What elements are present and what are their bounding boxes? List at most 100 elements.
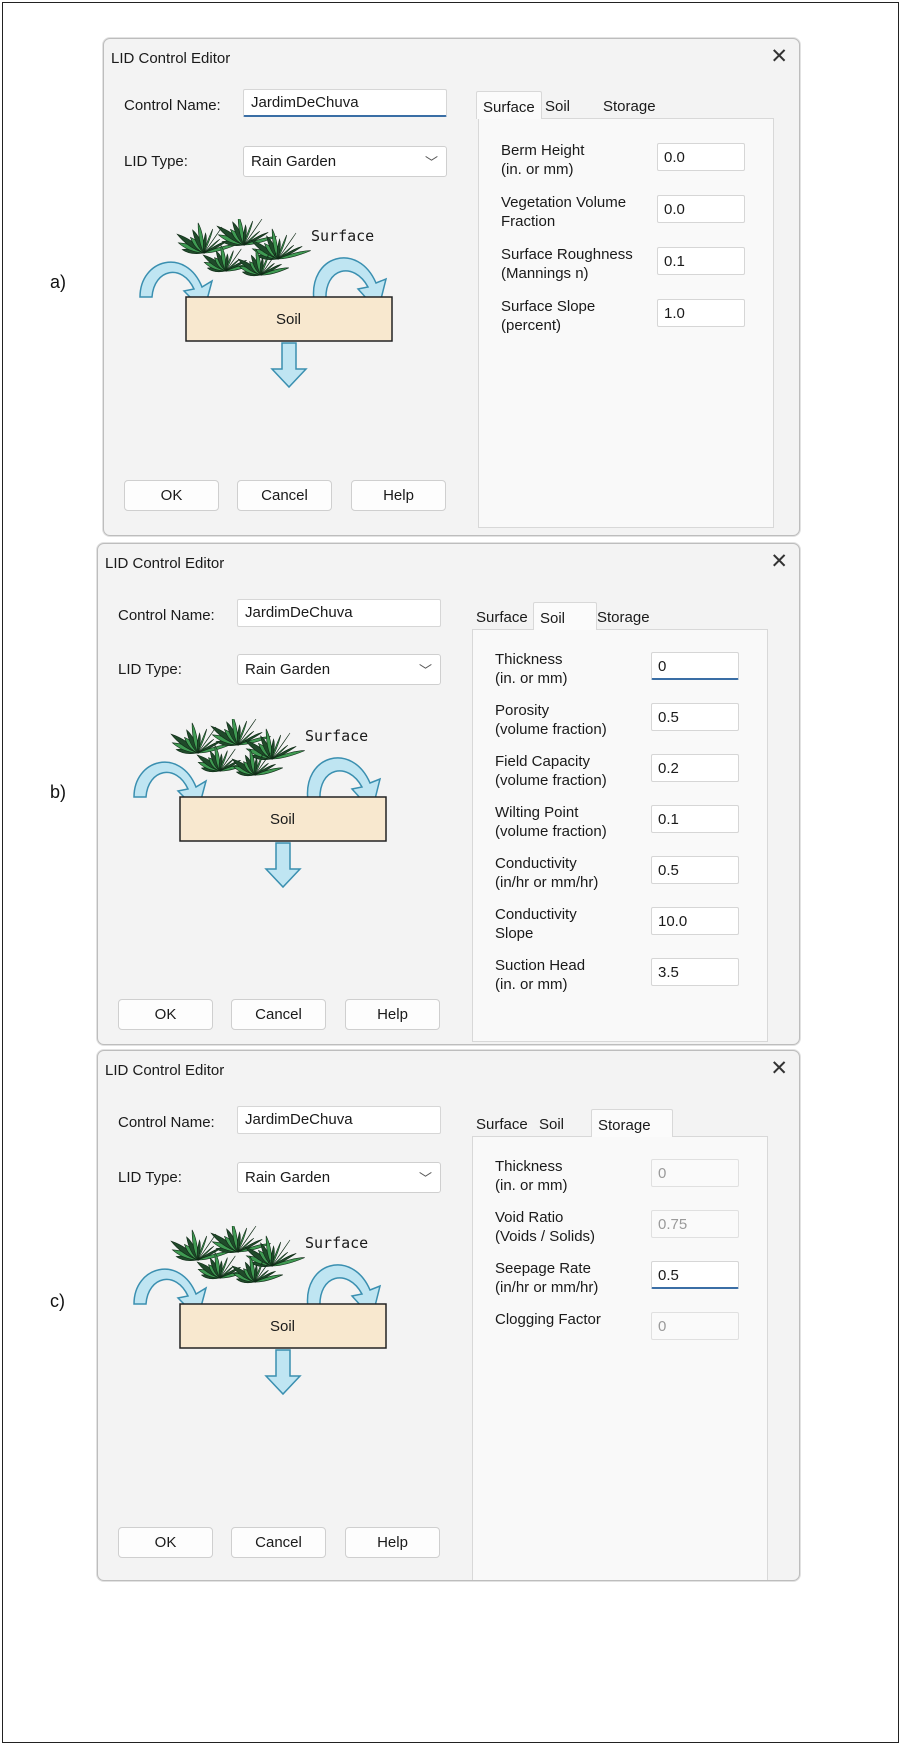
tab-surface[interactable]: Surface <box>476 602 528 630</box>
plant-icon <box>170 714 305 777</box>
chevron-down-icon: ﹀ <box>418 663 432 678</box>
surface-label: Surface <box>305 727 369 745</box>
cancel-button[interactable]: Cancel <box>237 480 332 511</box>
control-name-label: Control Name: <box>118 1114 215 1131</box>
tab-storage[interactable]: Storage <box>597 602 650 630</box>
close-icon[interactable]: ✕ <box>770 551 788 572</box>
param-label-line: (volume fraction) <box>495 721 607 738</box>
help-button[interactable]: Help <box>345 1527 440 1558</box>
tab-panel-surface: Berm Height (in. or mm) 0.0 Vegetation Volu… <box>478 118 774 528</box>
param-input: 0.75 <box>651 1210 739 1238</box>
param-label: Seepage Rate (in/hr or mm/hr) <box>495 1259 598 1297</box>
param-label-line: Berm Height <box>501 142 585 159</box>
param-label: Thickness (in. or mm) <box>495 1157 568 1195</box>
lid-type-value: Rain Garden <box>245 661 331 678</box>
tab-soil[interactable]: Soil <box>539 1109 564 1137</box>
control-name-input[interactable]: JardimDeChuva <box>237 1106 441 1134</box>
param-input[interactable]: 0.5 <box>651 703 739 731</box>
ok-button[interactable]: OK <box>118 999 213 1030</box>
param-label: Clogging Factor <box>495 1310 601 1329</box>
control-name-input[interactable]: JardimDeChuva <box>237 599 441 627</box>
param-label-line: Void Ratio <box>495 1209 564 1226</box>
param-label-line: Seepage Rate <box>495 1260 591 1277</box>
param-label-line: Surface Roughness <box>501 246 633 263</box>
param-input[interactable]: 3.5 <box>651 958 739 986</box>
param-label: Void Ratio (Voids / Solids) <box>495 1208 595 1246</box>
param-label-line: (in. or mm) <box>495 670 568 687</box>
param-label-line: (in. or mm) <box>495 1177 568 1194</box>
cancel-button[interactable]: Cancel <box>231 1527 326 1558</box>
help-button[interactable]: Help <box>351 480 446 511</box>
chevron-down-icon: ﹀ <box>418 1171 432 1186</box>
lid-type-select[interactable]: Rain Garden ﹀ <box>237 654 441 685</box>
param-label-line: (Voids / Solids) <box>495 1228 596 1245</box>
param-label-line: Field Capacity <box>495 753 591 770</box>
lid-control-editor-dialog: LID Control Editor ✕ Control Name: JardimDe… <box>97 543 800 1045</box>
param-input[interactable]: 0.5 <box>651 856 739 884</box>
tab-storage[interactable]: Storage <box>603 91 656 119</box>
param-label-line: (percent) <box>501 317 562 334</box>
lid-type-select[interactable]: Rain Garden ﹀ <box>237 1162 441 1193</box>
tab-storage[interactable]: Storage <box>591 1109 673 1137</box>
param-label-line: Vegetation Volume <box>501 194 627 211</box>
close-icon[interactable]: ✕ <box>770 46 788 67</box>
rain-garden-illustration: Surface Soil <box>120 714 405 889</box>
param-label-line: Slope <box>495 925 534 942</box>
help-button[interactable]: Help <box>345 999 440 1030</box>
tab-soil[interactable]: Soil <box>533 602 597 630</box>
close-icon[interactable]: ✕ <box>770 1058 788 1079</box>
control-name-input[interactable]: JardimDeChuva <box>243 89 447 117</box>
param-label: Vegetation Volume Fraction <box>501 193 626 231</box>
param-label-line: Clogging Factor <box>495 1311 601 1328</box>
param-input[interactable]: 0 <box>651 652 739 680</box>
panel-label: c) <box>50 1291 65 1311</box>
param-label: Porosity (volume fraction) <box>495 701 607 739</box>
param-label-line: Thickness <box>495 1158 563 1175</box>
param-label-line: Porosity <box>495 702 550 719</box>
rain-garden-illustration: Surface Soil <box>126 214 411 389</box>
panel-label: a) <box>50 272 67 292</box>
param-label-line: Wilting Point <box>495 804 579 821</box>
param-input[interactable]: 0.0 <box>657 195 745 223</box>
param-label-line: (volume fraction) <box>495 772 607 789</box>
lid-type-label: LID Type: <box>124 153 188 170</box>
control-name-label: Control Name: <box>124 97 221 114</box>
down-arrow-icon <box>264 1349 302 1396</box>
param-label: Berm Height (in. or mm) <box>501 141 584 179</box>
param-input[interactable]: 10.0 <box>651 907 739 935</box>
param-input[interactable]: 0.5 <box>651 1261 739 1289</box>
param-input[interactable]: 1.0 <box>657 299 745 327</box>
soil-label: Soil <box>270 811 296 828</box>
panel-label: b) <box>50 782 67 802</box>
rain-garden-illustration: Surface Soil <box>120 1221 405 1396</box>
param-label: Conductivity Slope <box>495 905 577 943</box>
param-label: Surface Roughness (Mannings n) <box>501 245 633 283</box>
control-name-label: Control Name: <box>118 607 215 624</box>
param-input[interactable]: 0.2 <box>651 754 739 782</box>
param-label: Suction Head (in. or mm) <box>495 956 585 994</box>
window-title: LID Control Editor <box>105 1062 225 1079</box>
param-label: Wilting Point (volume fraction) <box>495 803 607 841</box>
param-input[interactable]: 0.1 <box>651 805 739 833</box>
ok-button[interactable]: OK <box>124 480 219 511</box>
param-label-line: (in/hr or mm/hr) <box>495 1279 599 1296</box>
param-label-line: Fraction <box>501 213 556 230</box>
param-label-line: Conductivity <box>495 855 577 872</box>
tab-soil[interactable]: Soil <box>545 91 570 119</box>
lid-type-select[interactable]: Rain Garden ﹀ <box>243 146 447 177</box>
tab-surface[interactable]: Surface <box>476 1109 528 1137</box>
param-input[interactable]: 0.1 <box>657 247 745 275</box>
window-title: LID Control Editor <box>111 50 231 67</box>
param-label: Surface Slope (percent) <box>501 297 595 335</box>
param-input[interactable]: 0.0 <box>657 143 745 171</box>
param-input: 0 <box>651 1312 739 1340</box>
param-label-line: (volume fraction) <box>495 823 607 840</box>
lid-type-value: Rain Garden <box>245 1169 331 1186</box>
ok-button[interactable]: OK <box>118 1527 213 1558</box>
tab-surface[interactable]: Surface <box>476 91 542 119</box>
lid-control-editor-dialog: LID Control Editor ✕ Control Name: JardimDe… <box>97 1050 800 1581</box>
cancel-button[interactable]: Cancel <box>231 999 326 1030</box>
down-arrow-icon <box>270 342 308 389</box>
param-label-line: (in/hr or mm/hr) <box>495 874 599 891</box>
lid-control-editor-dialog: LID Control Editor ✕ Control Name: JardimDe… <box>103 38 800 536</box>
